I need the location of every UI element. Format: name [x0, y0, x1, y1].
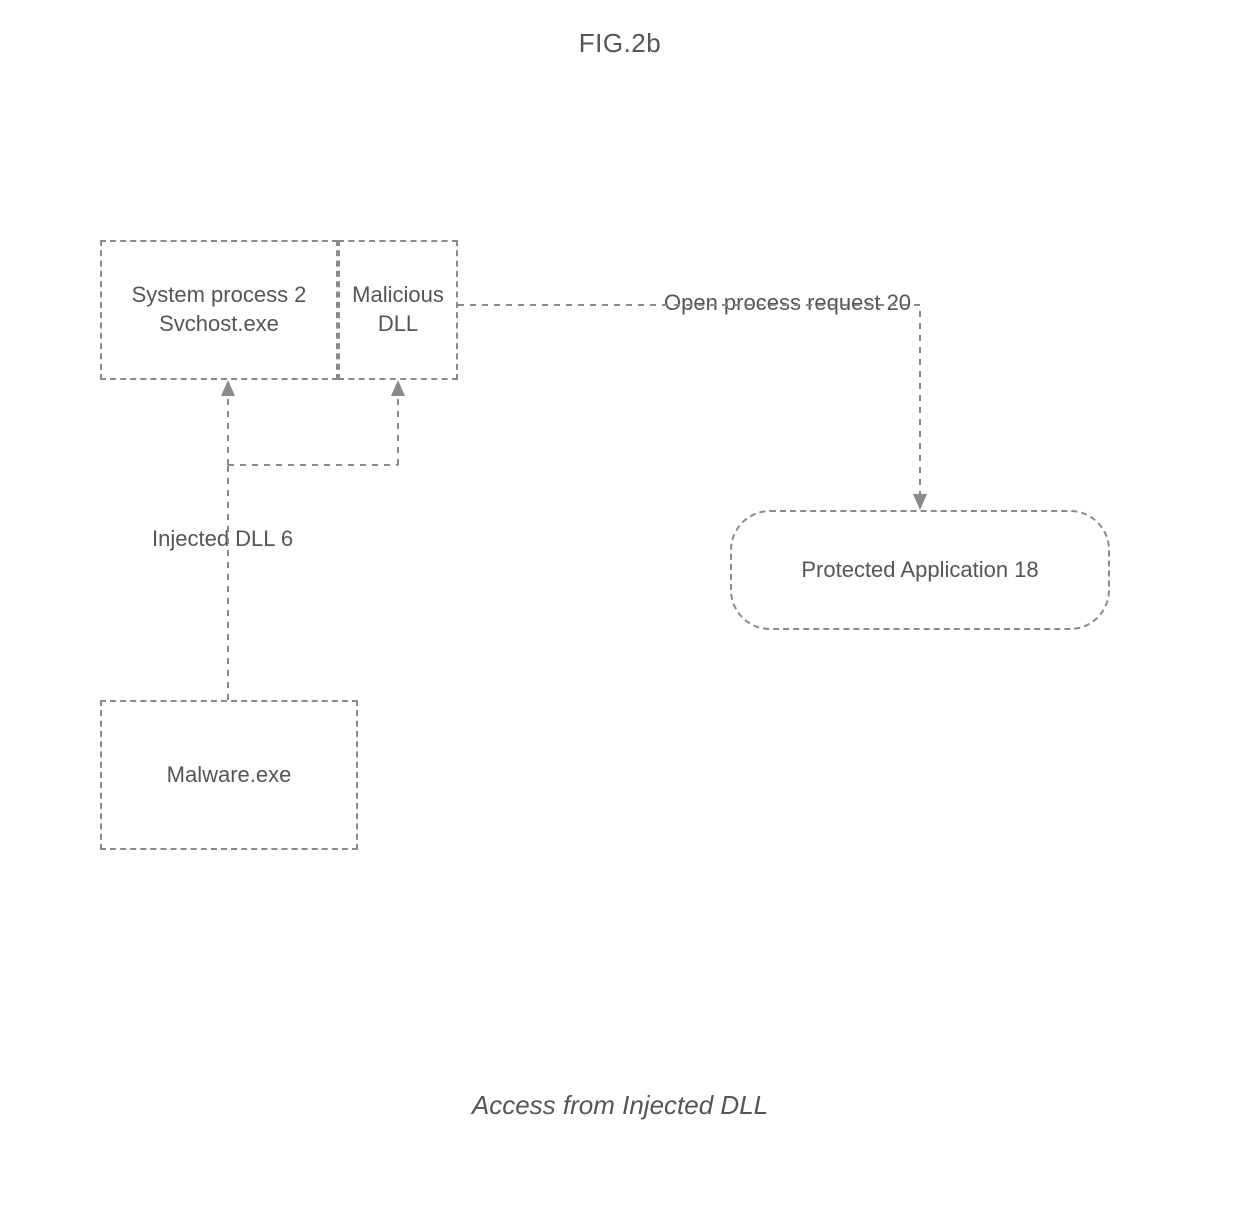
node-protected-application: Protected Application 18: [730, 510, 1110, 630]
malicious-dll-line1: Malicious: [352, 282, 444, 307]
figure-caption: Access from Injected DLL: [0, 1090, 1240, 1121]
arrowhead-open-process-icon: [913, 494, 927, 510]
arrowhead-right-icon: [391, 380, 405, 396]
edge-label-open-process: Open process request 20: [660, 290, 915, 316]
malware-label: Malware.exe: [167, 761, 292, 790]
figure-title: FIG.2b: [0, 28, 1240, 59]
system-process-line2: Svchost.exe: [159, 311, 279, 336]
edge-label-injected-dll: Injected DLL 6: [148, 526, 297, 552]
malicious-dll-line2: DLL: [378, 311, 418, 336]
node-malware: Malware.exe: [100, 700, 358, 850]
system-process-line1: System process 2: [132, 282, 307, 307]
protected-application-label: Protected Application 18: [801, 556, 1038, 585]
arrowhead-left-icon: [221, 380, 235, 396]
diagram-canvas: FIG.2b System process 2 Svchost.exe Mali…: [0, 0, 1240, 1231]
node-system-process: System process 2 Svchost.exe: [100, 240, 338, 380]
node-malicious-dll: Malicious DLL: [338, 240, 458, 380]
edge-open-process: [458, 305, 920, 498]
